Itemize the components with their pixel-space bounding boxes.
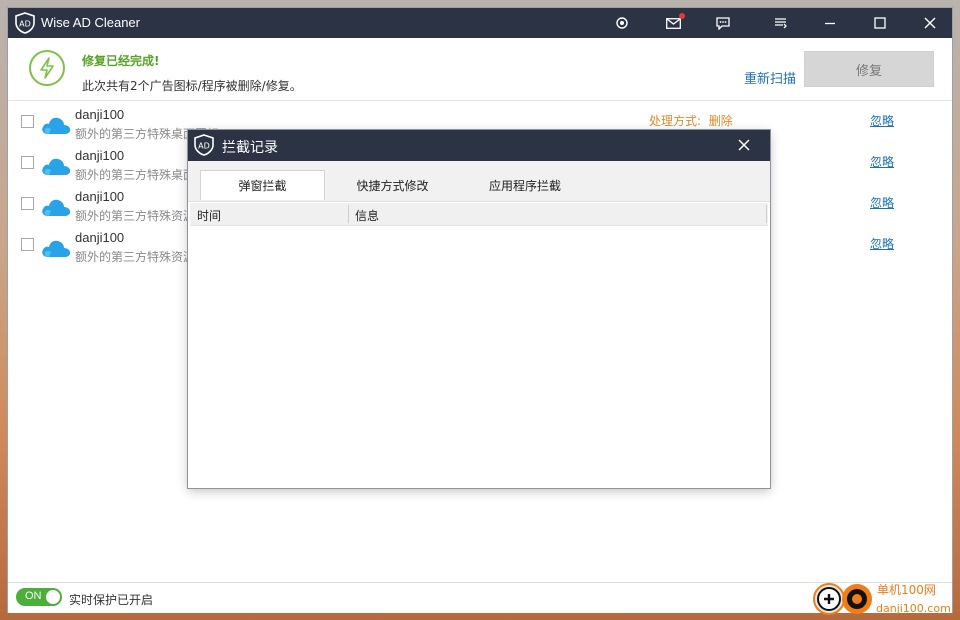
item-checkbox[interactable]: [21, 197, 34, 210]
dialog-tab-bar: 弹窗拦截 快捷方式修改 应用程序拦截: [188, 161, 770, 202]
item-name: danji100: [75, 189, 125, 204]
ignore-link[interactable]: 忽略: [870, 235, 894, 252]
result-banner: 修复已经完成! 此次共有2个广告图标/程序被删除/修复。 重新扫描 修复: [8, 38, 952, 101]
realtime-protection-toggle[interactable]: ON: [16, 588, 62, 606]
tab-shortcut-modify[interactable]: 快捷方式修改: [330, 170, 455, 200]
item-description: 额外的第三方特殊资源: [75, 250, 196, 264]
tab-app-block[interactable]: 应用程序拦截: [460, 170, 590, 200]
block-log-dialog: AD 拦截记录 弹窗拦截 快捷方式修改 应用程序拦截 时间 信息: [188, 130, 770, 488]
dialog-logo-icon: AD: [194, 134, 214, 156]
rescan-link[interactable]: 重新扫描: [744, 68, 796, 87]
column-divider[interactable]: [348, 205, 349, 223]
cloud-icon: [42, 240, 71, 257]
item-method: 处理方式: 删除: [649, 112, 733, 129]
maximize-icon[interactable]: [863, 8, 897, 38]
title-bar: AD Wise AD Cleaner: [8, 8, 952, 38]
repair-button[interactable]: 修复: [804, 51, 934, 87]
dialog-title: 拦截记录: [222, 140, 278, 156]
dialog-title-bar: AD 拦截记录: [188, 130, 770, 161]
ignore-link[interactable]: 忽略: [870, 153, 894, 170]
cloud-icon: [42, 158, 71, 175]
notification-dot-icon: [679, 13, 685, 19]
mail-icon[interactable]: [656, 8, 690, 38]
target-icon[interactable]: [605, 8, 639, 38]
toggle-label: ON: [25, 590, 42, 602]
item-checkbox[interactable]: [21, 115, 34, 128]
svg-text:AD: AD: [19, 20, 31, 29]
ignore-link[interactable]: 忽略: [870, 194, 894, 211]
item-name: danji100: [75, 230, 125, 245]
protection-status-text: 实时保护已开启: [69, 593, 154, 607]
dialog-close-icon[interactable]: [736, 137, 752, 153]
menu-icon[interactable]: [763, 8, 797, 38]
cloud-icon: [42, 199, 71, 216]
item-checkbox[interactable]: [21, 156, 34, 169]
result-summary: 此次共有2个广告图标/程序被删除/修复。: [82, 79, 302, 93]
watermark-site-name: 单机100网: [877, 583, 936, 597]
watermark-logo: 单机100网 danji100.com: [813, 583, 951, 615]
method-value: 删除: [708, 114, 733, 128]
item-description: 额外的第三方特殊资源: [75, 209, 196, 223]
watermark-site-url: danji100.com: [876, 602, 951, 615]
item-name: danji100: [75, 107, 125, 122]
column-divider[interactable]: [766, 205, 767, 223]
column-info[interactable]: 信息: [355, 207, 379, 224]
column-time[interactable]: 时间: [197, 207, 221, 224]
item-checkbox[interactable]: [21, 238, 34, 251]
log-table-header: 时间 信息: [190, 203, 768, 226]
close-icon[interactable]: [913, 8, 947, 38]
toggle-knob: [46, 590, 60, 604]
feedback-icon[interactable]: [706, 8, 740, 38]
app-logo-icon: AD: [15, 12, 35, 34]
ignore-link[interactable]: 忽略: [870, 112, 894, 129]
svg-text:AD: AD: [198, 142, 210, 151]
minimize-icon[interactable]: [813, 8, 847, 38]
method-label: 处理方式:: [649, 114, 702, 128]
lightning-icon: [29, 50, 65, 86]
result-headline: 修复已经完成!: [82, 54, 160, 68]
cloud-icon: [42, 117, 71, 134]
item-name: danji100: [75, 148, 125, 163]
app-title: Wise AD Cleaner: [41, 15, 140, 30]
tab-popup-block[interactable]: 弹窗拦截: [200, 170, 325, 200]
